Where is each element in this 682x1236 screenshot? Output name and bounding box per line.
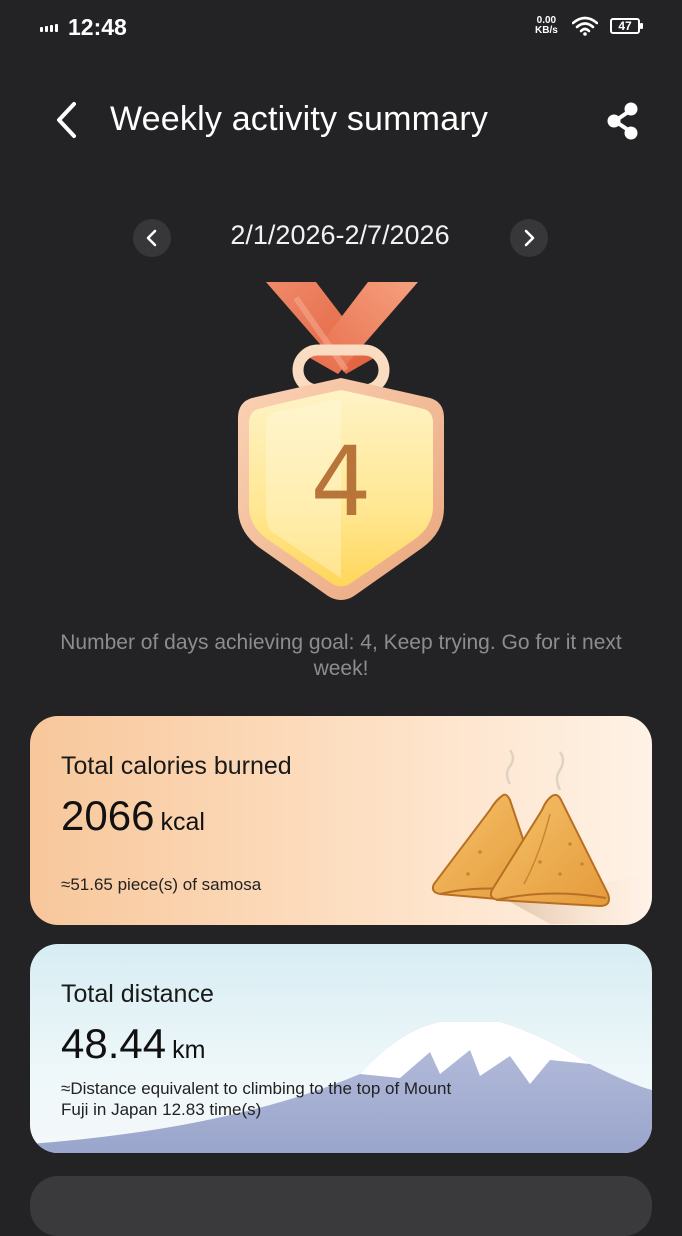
- calories-equivalent: ≈51.65 piece(s) of samosa: [61, 875, 262, 894]
- distance-card[interactable]: Total distance 48.44 km ≈Distance equival…: [30, 944, 652, 1153]
- calories-unit: kcal: [160, 808, 205, 836]
- wifi-icon: [572, 16, 598, 36]
- signal-icon: [40, 24, 58, 32]
- samosa-icon: [431, 749, 650, 924]
- battery-icon: 47: [610, 18, 643, 34]
- calories-title: Total calories burned: [61, 752, 292, 780]
- distance-unit: km: [172, 1036, 206, 1064]
- next-summary-card[interactable]: [30, 1176, 652, 1236]
- distance-value: 48.44 km: [61, 1020, 205, 1068]
- date-range: 2/1/2026-2/7/2026: [230, 220, 450, 250]
- calories-card[interactable]: Total calories burned 2066 kcal ≈51.65 pi…: [30, 716, 652, 925]
- share-button[interactable]: [600, 98, 646, 144]
- network-speed-unit: KB/s: [535, 25, 558, 36]
- distance-equivalent: ≈Distance equivalent to climbing to the …: [61, 1079, 452, 1119]
- back-arrow-icon: [57, 102, 76, 138]
- previous-week-button[interactable]: [133, 219, 171, 257]
- share-icon: [607, 102, 638, 140]
- distance-title: Total distance: [61, 980, 214, 1008]
- calories-value: 2066 kcal: [61, 792, 205, 840]
- status-bar: 12:48 0.00 KB/s 47: [0, 0, 682, 56]
- back-button[interactable]: [48, 96, 88, 144]
- chevron-left-icon: [146, 229, 157, 247]
- achievement-medal: 4: [236, 278, 446, 603]
- calories-number: 2066: [61, 792, 155, 839]
- goal-message: Number of days achieving goal: 4, Keep t…: [60, 631, 622, 680]
- status-time: 12:48: [68, 14, 127, 40]
- chevron-right-icon: [524, 229, 535, 247]
- next-week-button[interactable]: [510, 219, 548, 257]
- network-speed: 0.00 KB/s: [535, 16, 558, 36]
- page-title: Weekly activity summary: [110, 100, 489, 138]
- medal-days-count: 4: [310, 426, 372, 538]
- distance-number: 48.44: [61, 1020, 167, 1067]
